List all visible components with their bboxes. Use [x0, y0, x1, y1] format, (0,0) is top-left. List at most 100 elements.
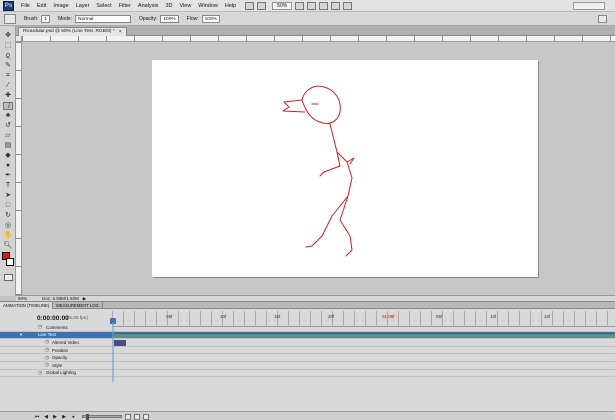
menu-file[interactable]: File [21, 3, 30, 9]
play-icon[interactable]: ▶ [52, 414, 58, 420]
shape-tool-icon[interactable]: □ [3, 202, 13, 210]
quick-mask-icon[interactable] [4, 274, 13, 281]
visibility-icon[interactable] [18, 362, 24, 368]
crop-tool-icon[interactable]: ⌗ [3, 72, 13, 80]
stopwatch-icon[interactable]: ◷ [44, 339, 50, 345]
time-ruler-label: 05f [436, 314, 443, 319]
3d-rotate-tool-icon[interactable]: ↻ [3, 212, 13, 220]
hand-tool-icon[interactable]: ✋ [3, 232, 13, 240]
opacity-input[interactable]: 100% [160, 14, 179, 23]
first-frame-icon[interactable]: ⏮ [34, 414, 40, 420]
opacity-label: Opacity: [139, 15, 158, 22]
document-tab[interactable]: Ricardular.psd @ 50% (Line Test, RGB/8) … [18, 27, 127, 36]
stopwatch-icon[interactable]: ◷ [44, 355, 50, 361]
visibility-icon[interactable] [18, 347, 24, 353]
timeline-layer-row[interactable]: ◷ Global Lighting [0, 370, 615, 378]
timeline-layers: ◷ Comments ▾ Line Test ◷ Altered Video ◷ Positi… [0, 324, 615, 378]
3d-orbit-tool-icon[interactable]: ◎ [3, 222, 13, 230]
menu-filter[interactable]: Filter [119, 3, 131, 9]
timeline-layer-row[interactable]: ◷ Altered Video [0, 339, 615, 347]
quick-select-tool-icon[interactable]: ✎ [3, 62, 13, 70]
visibility-icon[interactable]: ▾ [18, 332, 24, 338]
rotate-view-icon[interactable] [319, 1, 329, 10]
delete-keyframe-icon[interactable] [134, 414, 140, 420]
timeline-layer-row[interactable]: ◷ Opacity [0, 354, 615, 362]
eyedropper-tool-icon[interactable]: ⁄ [3, 82, 13, 90]
stopwatch-icon[interactable]: ◷ [37, 370, 43, 376]
stopwatch-icon[interactable]: ◷ [44, 362, 50, 368]
marquee-tool-icon[interactable]: ⬚ [3, 42, 13, 50]
menu-3d[interactable]: 3D [165, 3, 172, 9]
menu-layer[interactable]: Layer [76, 3, 90, 9]
convert-to-frames-icon[interactable] [143, 414, 149, 420]
mode-select[interactable]: Normal [75, 14, 132, 23]
eraser-tool-icon[interactable]: ▱ [3, 132, 13, 140]
dodge-tool-icon[interactable]: ● [3, 162, 13, 170]
flow-label: Flow: [186, 15, 199, 22]
menu-image[interactable]: Image [53, 3, 68, 9]
arrange-documents-icon[interactable] [331, 1, 341, 10]
timeline-zoom-thumb[interactable] [86, 414, 89, 420]
menu-edit[interactable]: Edit [37, 3, 46, 9]
background-color-swatch[interactable] [6, 258, 14, 266]
type-tool-icon[interactable]: T [3, 182, 13, 190]
hand-tool-icon[interactable] [295, 1, 305, 10]
path-selection-tool-icon[interactable]: ➤ [3, 192, 13, 200]
move-tool-icon[interactable]: ✥ [3, 32, 13, 40]
timeline-layer-row[interactable]: ◷ Style [0, 362, 615, 370]
workspace-switcher[interactable] [573, 2, 605, 10]
document-tab-bar: Ricardular.psd @ 50% (Line Test, RGB/8) … [16, 26, 615, 36]
next-frame-icon[interactable]: ▶ [61, 414, 67, 420]
menu-select[interactable]: Select [96, 3, 111, 9]
brush-size-picker[interactable]: 1 [41, 14, 51, 23]
keyframe-block[interactable] [114, 340, 126, 347]
tool-preset-picker[interactable] [4, 13, 16, 24]
view-extras-icon[interactable] [257, 1, 267, 10]
zoom-level-select[interactable]: 50% [272, 1, 293, 10]
options-bar: Brush: 1 Mode: Normal Opacity: 100% Flow… [0, 12, 615, 26]
screen-mode-icon[interactable] [343, 1, 353, 10]
previous-frame-icon[interactable]: ◀ [43, 414, 49, 420]
gradient-tool-icon[interactable]: ▤ [3, 142, 13, 150]
layer-row-label: Position [52, 347, 69, 353]
visibility-icon[interactable] [18, 339, 24, 345]
menu-view[interactable]: View [179, 3, 191, 9]
zoom-tool-icon[interactable]: 🔍︎ [3, 242, 13, 250]
flow-input[interactable]: 100% [201, 14, 220, 23]
blur-tool-icon[interactable]: ◆ [3, 152, 13, 160]
stopwatch-icon[interactable]: ◷ [44, 347, 50, 353]
timeline-zoom-slider[interactable] [82, 414, 122, 420]
onion-skin-icon[interactable] [125, 414, 131, 420]
lasso-tool-icon[interactable]: ϱ [3, 52, 13, 60]
brush-tool-icon[interactable]: / [3, 102, 13, 110]
timeline-layer-row[interactable]: ▾ Line Test [0, 331, 615, 340]
layer-row-label: Opacity [52, 355, 68, 361]
timeline-layer-row[interactable]: ◷ Position [0, 347, 615, 355]
tab-animation-timeline[interactable]: ANIMATION (TIMELINE) [0, 302, 54, 309]
history-brush-tool-icon[interactable]: ↺ [3, 122, 13, 130]
timeline-layer-row[interactable]: ◷ Comments [0, 324, 615, 332]
visibility-icon[interactable] [18, 370, 24, 376]
tab-measurement-log[interactable]: MEASUREMENT LOG [53, 302, 103, 309]
pen-tool-icon[interactable]: ✒ [3, 172, 13, 180]
healing-brush-tool-icon[interactable]: ✚ [3, 92, 13, 100]
menu-help[interactable]: Help [225, 3, 236, 9]
document-tab-title: Ricardular.psd @ 50% (Line Test, RGB/8) … [23, 29, 115, 34]
tablet-pressure-icon[interactable] [598, 15, 607, 23]
document-canvas[interactable] [152, 60, 538, 277]
brush-label: Brush: [24, 15, 39, 22]
launch-bridge-icon[interactable] [245, 1, 255, 10]
stopwatch-icon[interactable]: ◷ [37, 324, 43, 330]
visibility-icon[interactable] [18, 355, 24, 361]
time-ruler-label: 20f [328, 314, 335, 319]
layer-expand-icon[interactable] [30, 332, 36, 338]
zoom-tool-icon[interactable] [307, 1, 317, 10]
menu-window[interactable]: Window [198, 3, 218, 9]
visibility-icon[interactable] [18, 324, 24, 330]
clone-stamp-tool-icon[interactable]: ♣ [3, 112, 13, 120]
menu-analysis[interactable]: Analysis [138, 3, 158, 9]
close-icon[interactable]: × [119, 28, 122, 36]
layer-duration-bar[interactable] [114, 332, 615, 338]
audio-icon[interactable]: ◂ [70, 414, 76, 420]
layer-row-label: Altered Video [52, 339, 79, 345]
